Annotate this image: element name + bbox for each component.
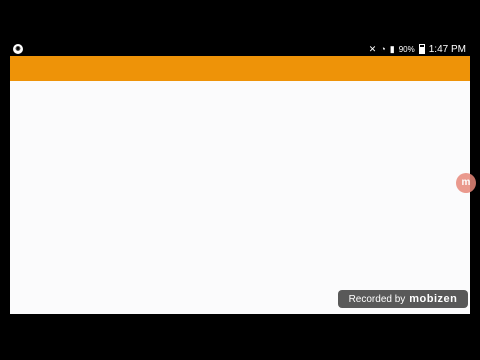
status-indicators: ✕ ◔ ▮ 90% 1:47 PM (369, 42, 466, 56)
wifi-icon: ◔ (380, 44, 386, 54)
blank-content-area (10, 81, 470, 314)
signal-icon: ▮ (389, 44, 395, 54)
battery-icon (418, 44, 425, 54)
app-notification-icon: ◉ (13, 44, 23, 54)
video-frame: ◉ ✕ ◔ ▮ 90% 1:47 PM m Recorded by mobize… (0, 0, 480, 360)
mute-icon: ✕ (368, 44, 377, 54)
watermark-brand: mobizen (409, 293, 458, 305)
battery-percent: 90% (398, 44, 415, 54)
mobizen-floating-bubble[interactable]: m (456, 173, 476, 193)
status-bar: ◉ ✕ ◔ ▮ 90% 1:47 PM (10, 42, 470, 56)
watermark-prefix: Recorded by (348, 293, 406, 305)
status-clock: 1:47 PM (428, 43, 466, 55)
recording-watermark: Recorded by mobizen (338, 290, 468, 308)
app-toolbar (10, 56, 470, 81)
bubble-label: m (461, 177, 471, 188)
